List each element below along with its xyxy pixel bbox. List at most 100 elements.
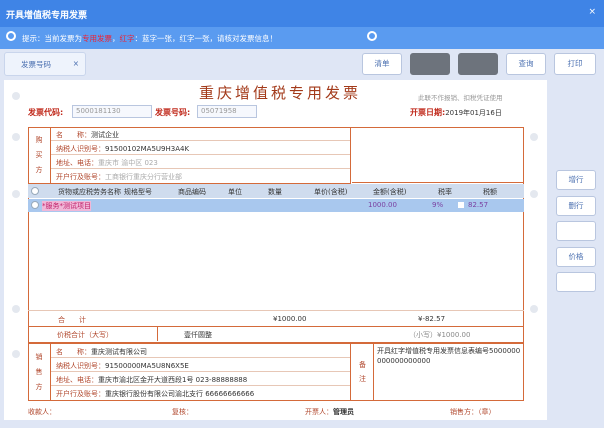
buyer-bank-label: 开户行及账号：	[56, 173, 105, 181]
column-header: 单位	[228, 188, 242, 196]
query-button[interactable]: 查询	[506, 53, 546, 75]
close-icon[interactable]: ×	[588, 7, 596, 17]
toolbar-button-2[interactable]	[410, 53, 450, 75]
seller-side-label: 销售方	[28, 343, 51, 401]
buyer-name-field[interactable]: 测试企业	[91, 131, 119, 139]
invoice-note: 此联不作报销、扣税凭证使用	[418, 94, 503, 102]
window-title: 开具增值税专用发票	[0, 0, 604, 27]
date-label: 开票日期:	[410, 108, 446, 117]
delete-row-button[interactable]: 删行	[556, 196, 596, 216]
item-name[interactable]: *服务*测试项目	[42, 201, 91, 211]
list-button[interactable]: 清单	[362, 53, 402, 75]
side-button-5[interactable]	[556, 272, 596, 292]
buyer-bank-field[interactable]: 工商银行重庆分行营业部	[105, 173, 182, 181]
side-char: 销	[35, 353, 43, 361]
total-tax: ¥-82.57	[418, 315, 446, 323]
seller-name-label: 名 称：	[56, 348, 91, 356]
tab-label: 发票号码	[21, 60, 51, 69]
select-all-checkbox[interactable]	[31, 187, 39, 195]
info-red: 专用发票	[82, 34, 112, 43]
hole-icon	[12, 190, 20, 198]
side-char: 方	[35, 166, 43, 174]
add-row-button[interactable]: 增行	[556, 170, 596, 190]
hole-icon	[12, 305, 20, 313]
info-bar: 提示：当前发票为专用发票，红字：蓝字一张，红字一张，请核对发票信息！	[0, 27, 604, 49]
invoice-date: 2019年01月16日	[445, 109, 502, 117]
remark-char: 注	[359, 375, 366, 383]
seller-name-field[interactable]: 重庆测试有限公司	[91, 348, 147, 356]
print-button[interactable]: 打印	[554, 53, 596, 75]
seller-address-label: 地址、电话：	[56, 376, 98, 384]
seller-bank-label: 开户行及账号：	[56, 390, 105, 398]
side-button-3[interactable]	[556, 221, 596, 241]
buyer-taxid-label: 纳税人识别号：	[56, 145, 105, 153]
info-text: 提示：当前发票为	[22, 34, 82, 43]
column-header: 税率	[438, 188, 452, 196]
drawer-name: 管理员	[333, 408, 354, 416]
grand-total-figure: （小写）¥1000.00	[409, 331, 471, 339]
side-char: 方	[35, 383, 43, 391]
item-tax[interactable]: 82.57	[468, 201, 488, 209]
column-header: 商品编码	[178, 188, 206, 196]
remark-label: 备注	[352, 344, 374, 400]
hole-icon	[530, 305, 538, 313]
number-label: 发票号码:	[155, 108, 191, 117]
remark-char: 备	[359, 361, 366, 369]
hole-icon	[530, 190, 538, 198]
payee-label: 收款人：	[28, 408, 56, 416]
items-grid-header: 货物或应税劳务名称 规格型号 商品编码 单位 数量 单价(含税) 金额(含税) …	[28, 184, 524, 198]
remark-field[interactable]: 开具红字增值税专用发票信息表编号5000000000000000000	[377, 346, 522, 366]
seller-stamp-label: 销售方：（章）	[450, 408, 496, 416]
total-amount: ¥1000.00	[273, 315, 307, 323]
seller-taxid-label: 纳税人识别号：	[56, 362, 105, 370]
drawer-label: 开票人：	[305, 408, 333, 416]
info-text: ：蓝字一张，红字一张，请核对发票信息！	[134, 34, 278, 43]
column-header: 规格型号	[124, 188, 152, 196]
grand-total-words: 壹仟圆整	[184, 331, 212, 339]
toolbar-button-3[interactable]	[458, 53, 498, 75]
grand-total-row: 价税合计（大写） 壹仟圆整 （小写）¥1000.00	[28, 326, 524, 343]
side-char: 买	[35, 151, 43, 159]
code-label: 发票代码:	[28, 108, 64, 117]
row-checkbox[interactable]	[31, 201, 39, 209]
info-red: 红字	[119, 34, 135, 43]
item-rate[interactable]: 9%	[432, 201, 443, 209]
price-button[interactable]: 价格	[556, 247, 596, 267]
side-char: 购	[35, 136, 43, 144]
total-row: 合 计 ¥1000.00 ¥-82.57	[28, 310, 524, 327]
total-label: 合 计	[58, 316, 86, 324]
buyer-name-label: 名 称：	[56, 131, 91, 139]
item-amount[interactable]: 1000.00	[368, 201, 397, 209]
dropdown-icon[interactable]	[458, 202, 464, 208]
hole-icon	[12, 92, 20, 100]
column-header: 金额(含税)	[373, 188, 407, 196]
tab-close-icon[interactable]: ×	[73, 59, 79, 68]
grand-total-label: 价税合计（大写）	[57, 331, 113, 339]
buyer-info: 名 称：测试企业 纳税人识别号：91500102MA5U9H3A4K 地址、电话…	[51, 127, 351, 184]
buyer-address-field[interactable]: 重庆市 渝中区 023	[98, 159, 158, 167]
hole-icon	[530, 133, 538, 141]
hole-icon	[12, 133, 20, 141]
buyer-taxid-field[interactable]: 91500102MA5U9H3A4K	[105, 145, 189, 153]
seller-info: 名 称：重庆测试有限公司 纳税人识别号：91500000MA5U8N6X5E 地…	[51, 344, 351, 400]
column-header: 单价(含税)	[314, 188, 348, 196]
side-char: 售	[35, 368, 43, 376]
info-icon	[6, 31, 16, 41]
column-header: 数量	[268, 188, 282, 196]
tab-invoice[interactable]: 发票号码 ×	[4, 52, 86, 76]
column-header: 货物或应税劳务名称	[58, 188, 121, 196]
table-row[interactable]: *服务*测试项目 1000.00 9% 82.57	[28, 199, 524, 212]
invoice-number-select[interactable]: 05071958	[197, 105, 257, 118]
hole-icon	[12, 350, 20, 358]
password-area	[352, 128, 523, 183]
buyer-address-label: 地址、电话：	[56, 159, 98, 167]
review-label: 复核：	[172, 408, 193, 416]
refresh-icon[interactable]	[367, 31, 377, 41]
seller-taxid-field[interactable]: 91500000MA5U8N6X5E	[105, 362, 189, 370]
seller-address-field[interactable]: 重庆市渝北区金开大道西段1号 023-88888888	[98, 376, 247, 384]
invoice-title: 重庆增值税专用发票	[198, 84, 361, 102]
buyer-side-label: 购买方	[28, 127, 51, 184]
invoice-code-select[interactable]: 5000181130	[72, 105, 152, 118]
column-header: 税额	[483, 188, 497, 196]
seller-bank-field[interactable]: 重庆银行股份有限公司渝北支行 66666666666	[105, 390, 254, 398]
